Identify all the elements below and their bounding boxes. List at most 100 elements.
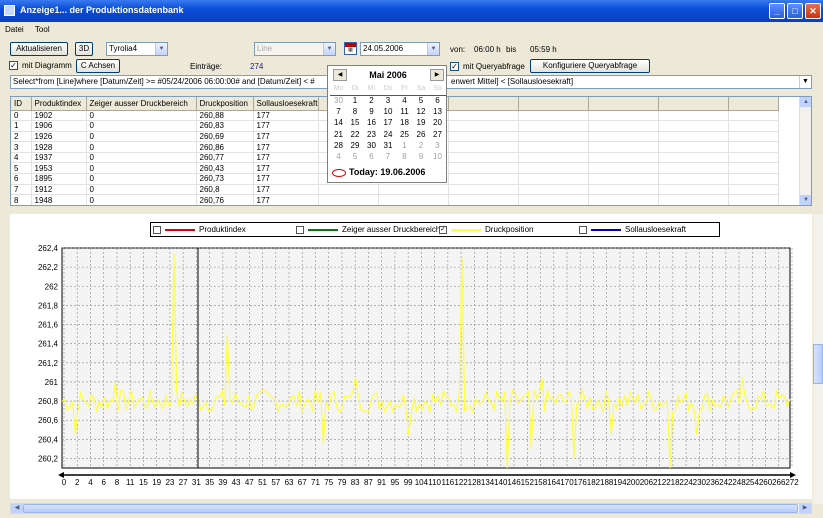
legend-label: Produktindex: [199, 225, 246, 234]
chevron-down-icon[interactable]: ▼: [799, 76, 811, 88]
legend-item[interactable]: ✓ Druckposition: [439, 225, 533, 235]
calendar-day[interactable]: 7: [380, 152, 397, 162]
scroll-right-icon[interactable]: ▶: [799, 504, 811, 513]
table-cell: 0: [86, 120, 197, 132]
legend-item[interactable]: Produktindex: [153, 225, 246, 235]
calendar-day[interactable]: 1: [347, 96, 364, 106]
calendar-day[interactable]: 17: [380, 118, 397, 128]
calendar-day[interactable]: 7: [330, 107, 347, 117]
calendar-day[interactable]: 2: [413, 141, 430, 151]
horizontal-scroll-thumb[interactable]: [23, 504, 798, 513]
scroll-down-icon[interactable]: ▼: [800, 195, 811, 205]
calendar-day[interactable]: 26: [413, 130, 430, 140]
legend-checkbox[interactable]: [296, 225, 304, 234]
table-cell: 0: [86, 110, 197, 122]
maximize-button[interactable]: □: [787, 3, 803, 19]
minimize-button[interactable]: _: [769, 3, 785, 19]
next-month-icon[interactable]: ▶: [430, 69, 444, 81]
calendar-day[interactable]: 31: [380, 141, 397, 151]
calendar-day[interactable]: 1: [396, 141, 413, 151]
calendar-day[interactable]: 5: [347, 152, 364, 162]
prev-month-icon[interactable]: ◀: [333, 69, 347, 81]
calendar-day[interactable]: 14: [330, 118, 347, 128]
calendar-day[interactable]: 4: [396, 96, 413, 106]
table-cell: 1937: [31, 152, 87, 164]
scroll-up-icon[interactable]: ▲: [800, 97, 811, 107]
chevron-down-icon[interactable]: ▼: [155, 43, 167, 55]
calendar-day[interactable]: 8: [347, 107, 364, 117]
calendar-day[interactable]: 3: [429, 141, 446, 151]
table-row[interactable]: 7 1912 0 260,8 177: [11, 184, 779, 196]
column-header-druckposition[interactable]: Druckposition: [196, 97, 254, 111]
calendar-day[interactable]: 23: [363, 130, 380, 140]
calendar-icon[interactable]: ▦: [344, 42, 357, 55]
x-tick-label: 11: [126, 478, 135, 487]
refresh-button[interactable]: Aktualisieren: [10, 42, 68, 56]
column-header-id[interactable]: ID: [11, 97, 32, 111]
menu-tool[interactable]: Tool: [30, 22, 54, 34]
from-time: 06:00 h: [474, 45, 501, 54]
calendar-day[interactable]: 2: [363, 96, 380, 106]
calendar-day[interactable]: 18: [396, 118, 413, 128]
calendar-day[interactable]: 22: [347, 130, 364, 140]
legend-item[interactable]: Zeiger ausser Druckbereich: [296, 225, 440, 235]
calendar-day[interactable]: 5: [413, 96, 430, 106]
calendar-day[interactable]: 4: [330, 152, 347, 162]
right-scrollbar[interactable]: [813, 214, 823, 504]
scroll-left-icon[interactable]: ◀: [11, 504, 23, 513]
column-header-produktindex[interactable]: Produktindex: [31, 97, 87, 111]
calendar-day[interactable]: 11: [396, 107, 413, 117]
calendar-day[interactable]: 24: [380, 130, 397, 140]
c-axes-button[interactable]: C Achsen: [76, 59, 120, 73]
table-row[interactable]: 8 1948 0 260,76 177: [11, 194, 779, 205]
calendar-day[interactable]: 9: [363, 107, 380, 117]
table-cell: [518, 184, 589, 196]
menu-datei[interactable]: Datei: [0, 22, 28, 34]
date-picker[interactable]: 24.05.2006 ▼: [360, 42, 440, 56]
grid-vertical-scrollbar[interactable]: ▲ ▼: [799, 97, 811, 205]
column-header-sollausloesekraft[interactable]: Sollausloesekraft: [253, 97, 319, 111]
calendar-day[interactable]: 28: [330, 141, 347, 151]
with-query-checkbox[interactable]: ✓: [450, 62, 459, 71]
calendar-day[interactable]: 10: [429, 152, 446, 162]
calendar-day[interactable]: 10: [380, 107, 397, 117]
calendar-day[interactable]: 12: [413, 107, 430, 117]
calendar-day[interactable]: 30: [330, 96, 347, 106]
calendar-day[interactable]: 21: [330, 130, 347, 140]
calendar-day[interactable]: 3: [380, 96, 397, 106]
calendar-day[interactable]: 6: [429, 96, 446, 106]
calendar-popup[interactable]: ◀ Mai 2006 ▶ Mo Di Mi Do Fr Sa So 30 1 2 3 4 5 6 7 8 9 1…: [327, 65, 447, 183]
calendar-day[interactable]: 29: [347, 141, 364, 151]
calendar-day[interactable]: 8: [396, 152, 413, 162]
right-scroll-thumb[interactable]: [813, 344, 823, 384]
x-tick-label: 110: [428, 478, 441, 487]
legend-checkbox[interactable]: ✓: [439, 225, 447, 234]
calendar-day[interactable]: 13: [429, 107, 446, 117]
line-value: Line: [257, 44, 273, 53]
table-cell: [448, 184, 519, 196]
calendar-day[interactable]: 30: [363, 141, 380, 151]
calendar-day[interactable]: 16: [363, 118, 380, 128]
today-link[interactable]: Today: 19.06.2006: [332, 167, 425, 177]
calendar-day[interactable]: 27: [429, 130, 446, 140]
legend-checkbox[interactable]: [153, 225, 161, 234]
3d-button[interactable]: 3D: [75, 42, 93, 56]
legend-checkbox[interactable]: [579, 225, 587, 234]
with-chart-label: mit Diagramm: [22, 61, 72, 70]
calendar-day[interactable]: 19: [413, 118, 430, 128]
calendar-day[interactable]: 20: [429, 118, 446, 128]
with-chart-checkbox[interactable]: ✓: [9, 61, 18, 70]
device-select[interactable]: Tyrolia4 ▼: [106, 42, 168, 56]
legend-item[interactable]: Sollausloesekraft: [579, 225, 686, 235]
chart-svg[interactable]: 262,4 262,2 262 261,8 261,6 261,4 261,2 261 260,…: [10, 240, 812, 502]
configure-query-button[interactable]: Konfiguriere Queryabfrage: [530, 59, 650, 73]
y-tick-label: 262,4: [38, 244, 59, 253]
calendar-day[interactable]: 25: [396, 130, 413, 140]
close-button[interactable]: ✕: [805, 3, 821, 19]
calendar-day[interactable]: 15: [347, 118, 364, 128]
calendar-day[interactable]: 6: [363, 152, 380, 162]
column-header-zeiger[interactable]: Zeiger ausser Druckbereich: [86, 97, 197, 111]
horizontal-scrollbar[interactable]: ◀ ▶: [10, 503, 812, 514]
chevron-down-icon[interactable]: ▼: [427, 43, 439, 55]
calendar-day[interactable]: 9: [413, 152, 430, 162]
